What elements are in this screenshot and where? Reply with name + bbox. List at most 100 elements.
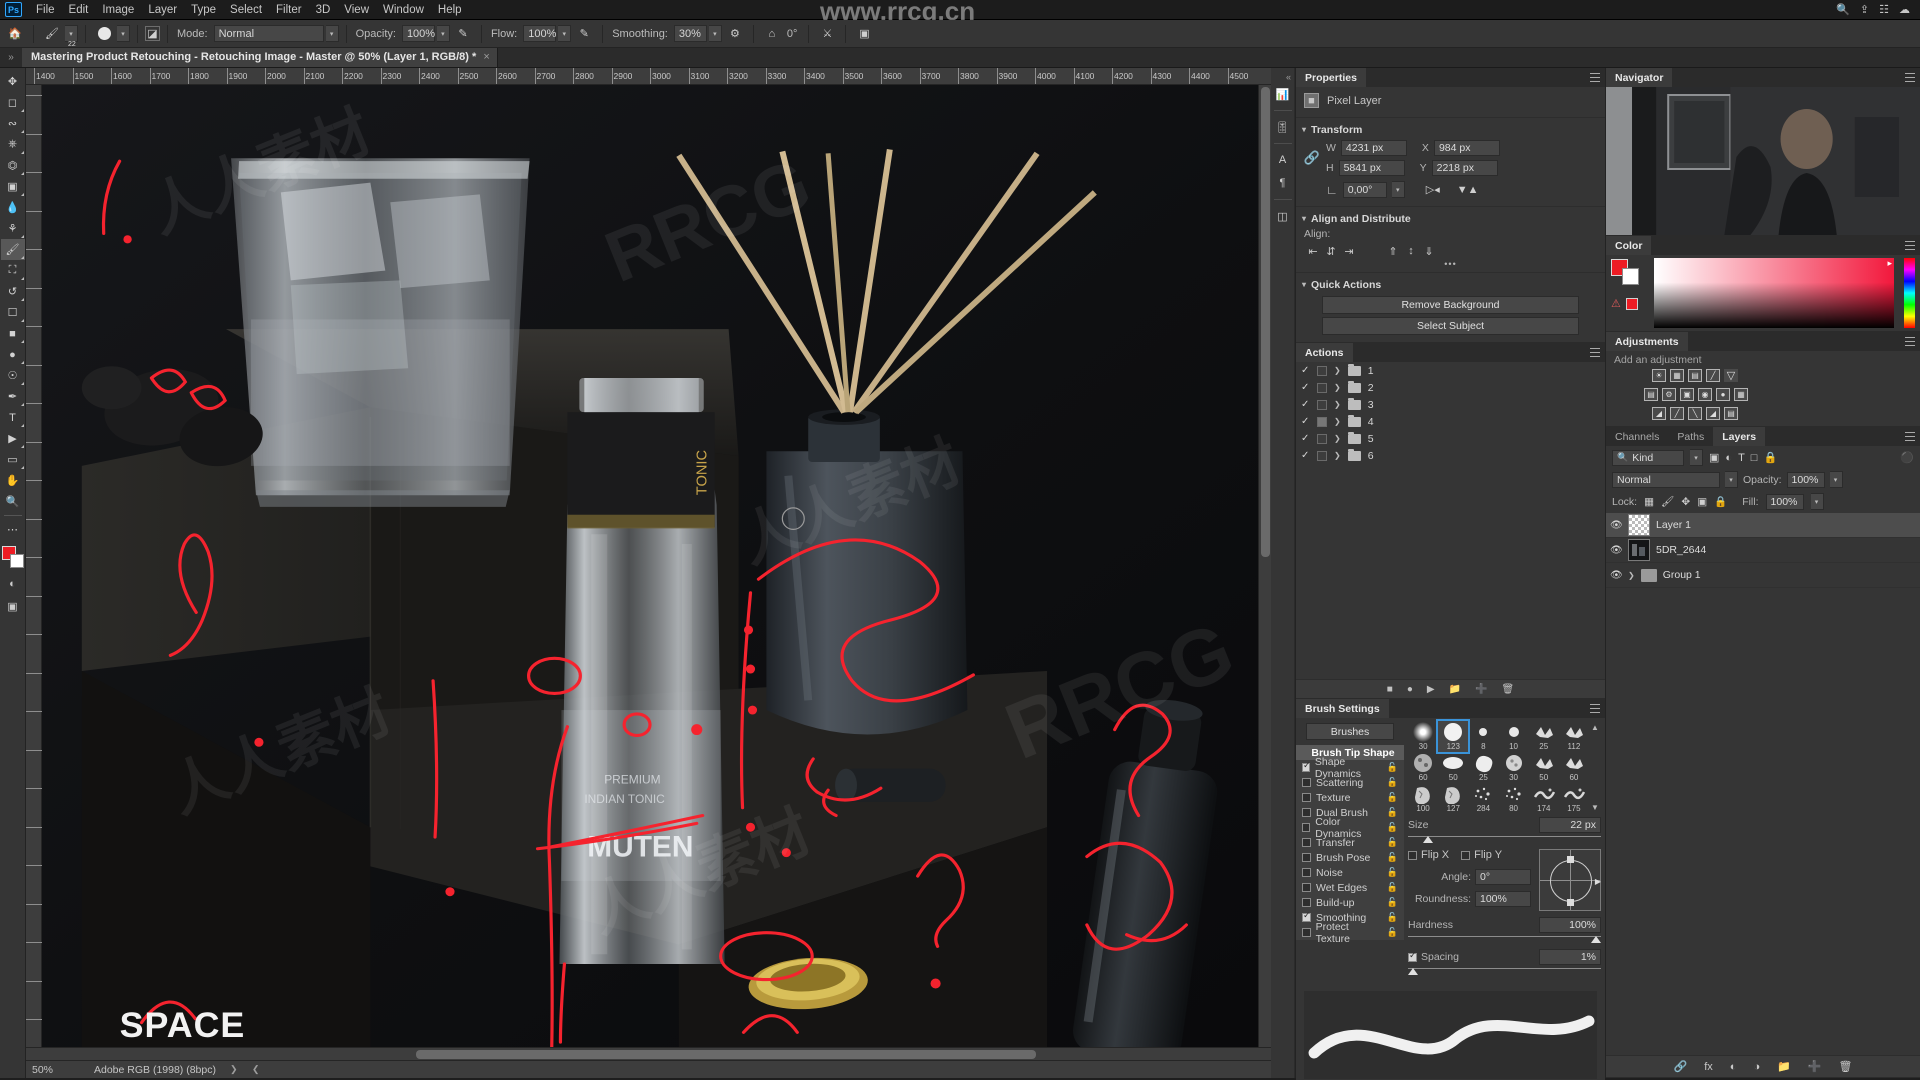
remove-background-button[interactable]: Remove Background	[1322, 296, 1579, 314]
share-icon[interactable]: ⇪	[1860, 3, 1869, 16]
action-enabled-check[interactable]: ✓	[1301, 382, 1310, 393]
brush-option-checkbox[interactable]	[1302, 898, 1311, 907]
lock-transparent-pixels-icon[interactable]: ▦	[1644, 496, 1654, 508]
background-swatch[interactable]	[1622, 268, 1639, 285]
tab-properties[interactable]: Properties	[1296, 68, 1366, 87]
brush-option-transfer[interactable]: Transfer 🔓	[1296, 835, 1404, 850]
adjustments-rail-icon[interactable]: 🎚	[1272, 116, 1294, 138]
brush-preset[interactable]: 123	[1436, 719, 1471, 754]
brush-option-texture[interactable]: Texture 🔓	[1296, 790, 1404, 805]
lock-icon[interactable]: 🔓	[1387, 822, 1398, 833]
tab-paths[interactable]: Paths	[1668, 427, 1714, 446]
tool-path-selection[interactable]: ▶	[1, 428, 25, 449]
brush-option-wet-edges[interactable]: Wet Edges 🔓	[1296, 880, 1404, 895]
brushes-button[interactable]: Brushes	[1306, 723, 1394, 740]
zoom-level[interactable]: 50%	[32, 1064, 80, 1076]
layer-filter-kind[interactable]: 🔍 Kind	[1612, 449, 1684, 466]
brush-preset[interactable]: 174	[1529, 783, 1559, 814]
action-row[interactable]: ✓ ❯ 4	[1296, 413, 1605, 430]
action-row[interactable]: ✓ ❯ 3	[1296, 396, 1605, 413]
flip-x-checkbox[interactable]: Flip X	[1408, 849, 1449, 861]
brush-grid-scroll-up-icon[interactable]: ▲	[1591, 723, 1599, 732]
vibrance-icon[interactable]: ▽	[1724, 369, 1738, 382]
brush-preset[interactable]: 30	[1498, 752, 1528, 783]
align-section-header[interactable]: ▾ Align and Distribute	[1296, 210, 1605, 227]
flip-horizontal-icon[interactable]: ▷◂	[1426, 183, 1440, 196]
brush-preset[interactable]: 80	[1498, 783, 1528, 814]
tool-type[interactable]: T	[1, 407, 25, 428]
brush-option-checkbox[interactable]	[1302, 808, 1311, 817]
action-row[interactable]: ✓ ❯ 2	[1296, 379, 1605, 396]
fill-value[interactable]: 100%	[1765, 493, 1804, 510]
hue-slider[interactable]	[1904, 258, 1915, 328]
quick-actions-section-header[interactable]: ▾ Quick Actions	[1296, 276, 1605, 293]
document-tab[interactable]: Mastering Product Retouching - Retouchin…	[22, 47, 498, 67]
opacity-value[interactable]: 100%	[401, 25, 435, 42]
panel-menu-icon[interactable]	[1590, 704, 1600, 713]
brush-option-checkbox[interactable]	[1302, 838, 1311, 847]
color-swatches[interactable]	[1, 545, 25, 569]
brush-preset[interactable]: 25	[1529, 721, 1559, 752]
tool-shape[interactable]: ▭	[1, 449, 25, 470]
photo-filter-icon[interactable]: ◉	[1698, 388, 1712, 401]
chevron-right-icon[interactable]: ❯	[1334, 451, 1341, 460]
brush-option-checkbox[interactable]	[1302, 823, 1311, 832]
transform-section-header[interactable]: ▾ Transform	[1296, 121, 1605, 138]
roundness-value[interactable]: 100%	[1475, 891, 1531, 907]
brush-preset[interactable]: 30	[1408, 721, 1438, 752]
lock-icon[interactable]: 🔓	[1387, 852, 1398, 863]
lock-icon[interactable]: 🔓	[1387, 882, 1398, 893]
filter-toggle-icon[interactable]: ⚫	[1900, 451, 1914, 464]
action-enabled-check[interactable]: ✓	[1301, 416, 1310, 427]
menu-help[interactable]: Help	[431, 2, 469, 18]
y-input[interactable]: 2218 px	[1431, 160, 1498, 176]
brush-preset[interactable]: 284	[1468, 783, 1498, 814]
brush-preset[interactable]: 8	[1468, 721, 1498, 752]
navigator-thumbnail[interactable]	[1606, 87, 1920, 235]
collapse-panels-icon[interactable]: «	[1286, 72, 1291, 82]
brush-tool-icon[interactable]: 🖌	[41, 23, 63, 44]
web-safe-swatch[interactable]	[1625, 297, 1638, 310]
brush-option-checkbox[interactable]	[1302, 793, 1311, 802]
workspace-icon[interactable]: ☷	[1879, 3, 1889, 16]
3d-icon[interactable]: ◫	[1272, 205, 1294, 227]
panel-menu-icon[interactable]	[1905, 337, 1915, 346]
lock-icon[interactable]: 🔓	[1387, 777, 1398, 788]
tablet-pressure-size-icon[interactable]: ▣	[853, 23, 875, 44]
brightness-contrast-icon[interactable]: ☀	[1652, 369, 1666, 382]
image-canvas[interactable]: TONIC PREMIUM INDIAN TONIC MUTEN SPACE	[42, 85, 1258, 1047]
layer-opacity-dropdown[interactable]: ▾	[1829, 471, 1843, 488]
panel-menu-icon[interactable]	[1905, 73, 1915, 82]
exposure-icon[interactable]: ╱	[1706, 369, 1720, 382]
brush-preset[interactable]: 50	[1438, 752, 1468, 783]
quick-mask-toggle-icon[interactable]: ◐	[3, 575, 23, 592]
layer-row[interactable]: 👁 Layer 1	[1606, 513, 1920, 538]
brush-option-checkbox[interactable]	[1302, 868, 1311, 877]
play-icon[interactable]: ▶	[1427, 684, 1435, 695]
tool-clone-stamp[interactable]: ⛶	[1, 260, 25, 281]
tool-edit-toolbar[interactable]: ⋯	[1, 519, 25, 540]
layer-style-icon[interactable]: fx	[1704, 1061, 1713, 1073]
delete-layer-icon[interactable]: 🗑	[1839, 1060, 1853, 1073]
hardness-slider[interactable]	[1408, 935, 1601, 944]
invert-icon[interactable]: ◢	[1652, 407, 1666, 420]
align-center-vertical-icon[interactable]: ↕	[1402, 243, 1420, 259]
height-input[interactable]: 5841 px	[1338, 160, 1405, 176]
status-expand-icon-2[interactable]: ❯	[252, 1064, 260, 1075]
action-enabled-check[interactable]: ✓	[1301, 365, 1310, 376]
brush-option-checkbox[interactable]	[1302, 760, 1310, 772]
brush-option-checkbox[interactable]	[1302, 883, 1311, 892]
lock-image-pixels-icon[interactable]: 🖌	[1661, 495, 1674, 508]
brush-preset-grid[interactable]: 30 123 8 10 25 112 60 50 25 30 50 60 100 127 284 80 174 1…	[1408, 719, 1589, 814]
threshold-icon[interactable]: ╲	[1688, 407, 1702, 420]
blend-mode-value[interactable]: Normal	[213, 25, 324, 42]
tool-brush[interactable]: 🖌	[0, 239, 25, 260]
tool-frame[interactable]: ▣	[1, 176, 25, 197]
tool-zoom[interactable]: 🔍	[1, 491, 25, 512]
smoothing-options-gear-icon[interactable]: ⚙	[724, 23, 746, 44]
selective-color-icon[interactable]: ▤	[1724, 407, 1738, 420]
brush-option-protect-texture[interactable]: Protect Texture 🔓	[1296, 921, 1404, 945]
tab-color[interactable]: Color	[1606, 236, 1652, 255]
lock-icon[interactable]: 🔓	[1387, 792, 1398, 803]
flip-vertical-icon[interactable]: ▼▲	[1457, 184, 1479, 196]
